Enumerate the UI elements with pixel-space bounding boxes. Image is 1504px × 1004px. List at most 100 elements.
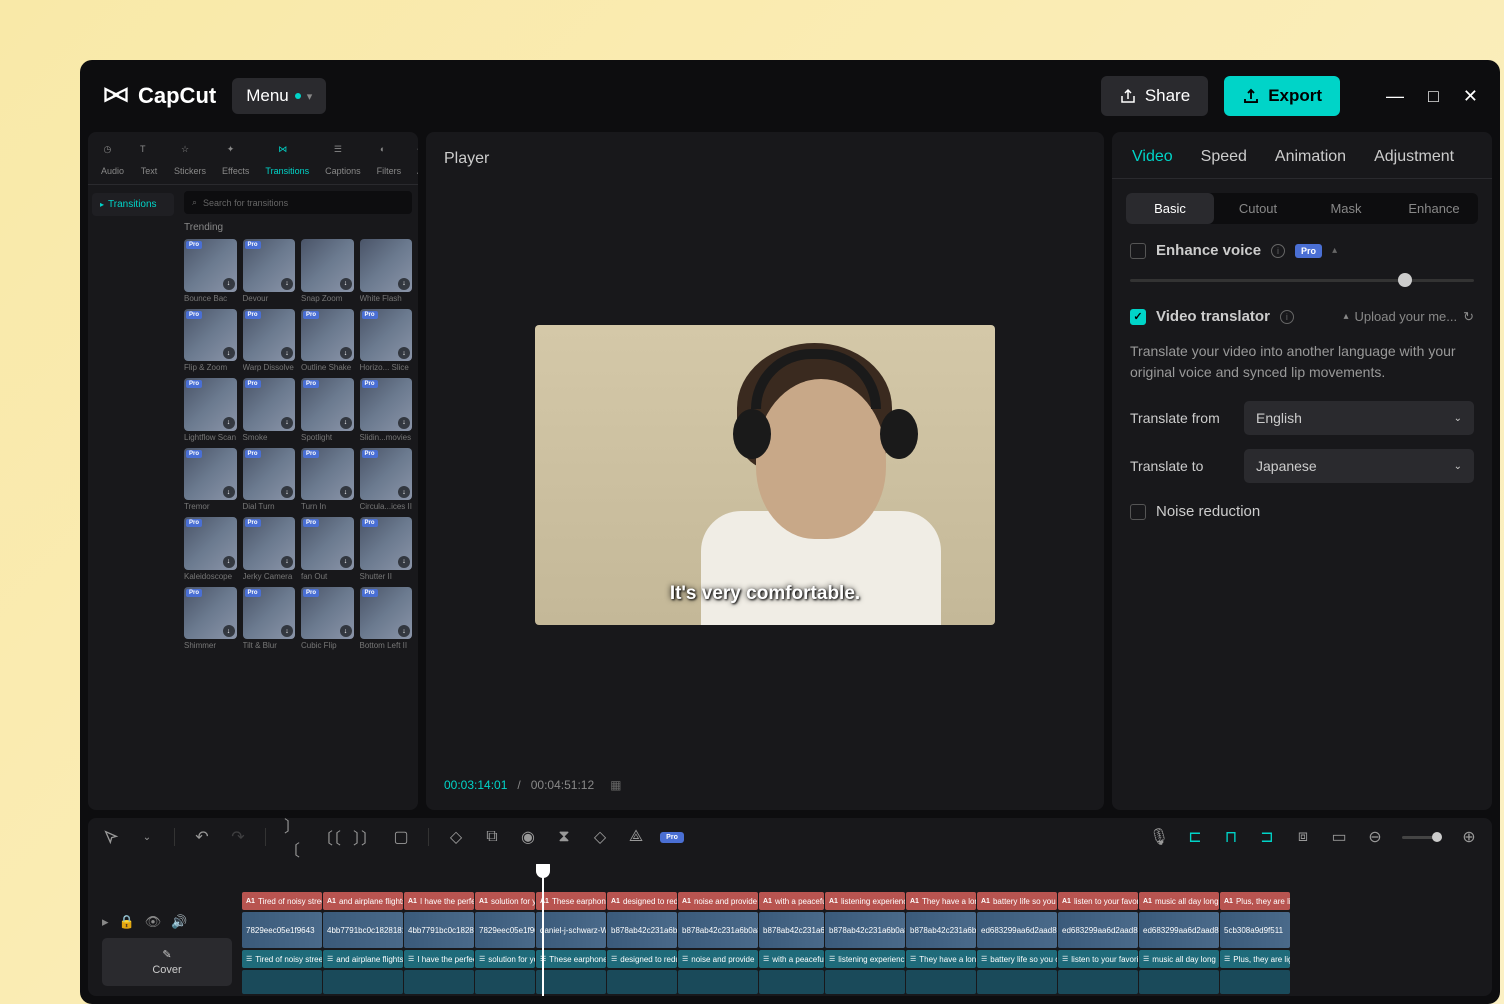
transition-item[interactable]: Pro↓Shutter II [360, 517, 413, 581]
translator-checkbox[interactable]: ✓ [1130, 309, 1146, 325]
download-icon[interactable]: ↓ [398, 486, 410, 498]
transition-item[interactable]: Pro↓Bounce Bac [184, 239, 237, 303]
timeline-tracks[interactable]: A1 Tired of noisy streetsA1 and airplane… [242, 864, 1478, 996]
chevron-down-icon[interactable]: ⌄ [138, 828, 156, 846]
timeline-clip[interactable]: 4bb7791bc0c18281811f4e [323, 912, 403, 948]
timeline-clip[interactable]: b878ab42c231a6b0a8 [678, 912, 758, 948]
timeline-clip[interactable]: A1 solution for you [475, 892, 535, 910]
transition-item[interactable]: Pro↓Dial Turn [243, 448, 296, 512]
transition-item[interactable]: Pro↓fan Out [301, 517, 354, 581]
tool-tab-transitions[interactable]: ⋈Transitions [258, 140, 316, 180]
transition-item[interactable]: Pro↓Horizo... Slice [360, 309, 413, 373]
download-icon[interactable]: ↓ [398, 417, 410, 429]
sub-tab-basic[interactable]: Basic [1126, 193, 1214, 224]
transition-item[interactable]: Pro↓Turn In [301, 448, 354, 512]
reset-icon[interactable]: ↻ [1463, 309, 1474, 325]
timeline-clip[interactable]: ☰ They have a long [906, 950, 976, 968]
timeline-clip[interactable] [1139, 970, 1219, 994]
rotate-icon[interactable]: ◇ [591, 828, 609, 846]
playhead[interactable] [542, 864, 544, 996]
timeline-clip[interactable]: ☰ noise and provide [678, 950, 758, 968]
redo-icon[interactable]: ↷ [229, 828, 247, 846]
info-icon[interactable]: i [1271, 244, 1285, 258]
magnet-start-icon[interactable]: ⊏ [1186, 828, 1204, 846]
transition-item[interactable]: Pro↓Shimmer [184, 587, 237, 651]
share-button[interactable]: Share [1101, 76, 1208, 116]
tool-tab-adju[interactable]: ➙Adju [410, 140, 418, 180]
timeline-clip[interactable]: A1 listening experienc [825, 892, 905, 910]
timeline-clip[interactable]: A1 noise and provide [678, 892, 758, 910]
timeline-clip[interactable]: b878ab42c231a6b0a8 [759, 912, 824, 948]
timeline-clip[interactable]: A1 music all day long [1139, 892, 1219, 910]
download-icon[interactable]: ↓ [398, 556, 410, 568]
timeline-clip[interactable]: ed683299aa6d2aad8b [977, 912, 1057, 948]
speaker-icon[interactable]: 🔊 [171, 914, 187, 930]
tool-tab-captions[interactable]: ☰Captions [318, 140, 368, 180]
timeline-clip[interactable] [404, 970, 474, 994]
timeline-clip[interactable] [1058, 970, 1138, 994]
timeline-clip[interactable] [323, 970, 403, 994]
transition-item[interactable]: Pro↓Flip & Zoom [184, 309, 237, 373]
tool-tab-filters[interactable]: ◐Filters [370, 140, 409, 180]
timeline-clip[interactable]: A1 listen to your favori [1058, 892, 1138, 910]
marker-icon[interactable]: ◇ [447, 828, 465, 846]
category-transitions[interactable]: Transitions [92, 193, 174, 216]
enhance-voice-checkbox[interactable] [1130, 243, 1146, 259]
timeline-clip[interactable]: ☰ music all day long [1139, 950, 1219, 968]
timeline-clip[interactable] [607, 970, 677, 994]
timeline-clip[interactable]: 5cb308a9d9f511 [1220, 912, 1290, 948]
timeline-clip[interactable]: daniel-j-schwarz-Wn [536, 912, 606, 948]
timeline-clip[interactable] [977, 970, 1057, 994]
transition-item[interactable]: Pro↓Warp Dissolve [243, 309, 296, 373]
split-icon[interactable]: 〕〔 [284, 828, 302, 846]
copy-icon[interactable]: ⧉ [483, 828, 501, 846]
timeline-clip[interactable]: 7829eec05e1f9643 [475, 912, 535, 948]
eye-icon[interactable]: 👁 [145, 914, 162, 930]
transition-item[interactable]: ↓White Flash [360, 239, 413, 303]
download-icon[interactable]: ↓ [398, 347, 410, 359]
download-icon[interactable]: ↓ [223, 556, 235, 568]
timeline-clip[interactable]: A1 Tired of noisy streets [242, 892, 322, 910]
transition-item[interactable]: Pro↓Jerky Camera [243, 517, 296, 581]
maximize-button[interactable]: □ [1428, 86, 1439, 107]
transition-item[interactable]: Pro↓Circula...ices II [360, 448, 413, 512]
magnet-end-icon[interactable]: ⊐ [1258, 828, 1276, 846]
prop-tab-adjustment[interactable]: Adjustment [1374, 148, 1454, 166]
timeline-clip[interactable]: A1 with a peaceful [759, 892, 824, 910]
upload-media-link[interactable]: ▴ Upload your me... ↻ [1343, 309, 1474, 325]
download-icon[interactable]: ↓ [223, 417, 235, 429]
transition-item[interactable]: Pro↓Lightflow Scan [184, 378, 237, 442]
prop-tab-animation[interactable]: Animation [1275, 148, 1346, 166]
download-icon[interactable]: ↓ [281, 347, 293, 359]
timeline-clip[interactable]: ☰ solution for you [475, 950, 535, 968]
timeline-clip[interactable] [475, 970, 535, 994]
timeline-clip[interactable]: ☰ listen to your favori [1058, 950, 1138, 968]
transition-item[interactable]: Pro↓Cubic Flip [301, 587, 354, 651]
mic-icon[interactable]: 🎙 [1150, 828, 1168, 846]
download-icon[interactable]: ↓ [223, 278, 235, 290]
sub-tab-enhance[interactable]: Enhance [1390, 193, 1478, 224]
zoom-in-icon[interactable]: ⊕ [1460, 828, 1478, 846]
timeline-clip[interactable]: ☰ Plus, they are lig [1220, 950, 1290, 968]
sub-tab-cutout[interactable]: Cutout [1214, 193, 1302, 224]
link-icon[interactable]: ⧈ [1294, 828, 1312, 846]
timeline-clip[interactable]: ed683299aa6d2aad8b [1139, 912, 1219, 948]
download-icon[interactable]: ↓ [398, 625, 410, 637]
timeline-clip[interactable]: A1 battery life so you c [977, 892, 1057, 910]
trim-right-icon[interactable]: 〕〕 [356, 828, 374, 846]
info-icon[interactable]: i [1280, 310, 1294, 324]
timeline-clip[interactable] [536, 970, 606, 994]
tool-tab-audio[interactable]: ◷Audio [94, 140, 131, 180]
timeline-clip[interactable]: ☰ These earphones a [536, 950, 606, 968]
trim-left-icon[interactable]: 〔〔 [320, 828, 338, 846]
download-icon[interactable]: ↓ [223, 486, 235, 498]
download-icon[interactable]: ↓ [340, 417, 352, 429]
timeline-clip[interactable]: A1 Plus, they are lig [1220, 892, 1290, 910]
download-icon[interactable]: ↓ [340, 625, 352, 637]
timeline-clip[interactable]: b878ab42c231a6b0a8 [906, 912, 976, 948]
timeline-clip[interactable]: ☰ designed to reduc [607, 950, 677, 968]
prop-tab-speed[interactable]: Speed [1201, 148, 1247, 166]
export-button[interactable]: Export [1224, 76, 1340, 116]
timeline-clip[interactable] [678, 970, 758, 994]
minimize-button[interactable]: — [1386, 86, 1404, 107]
